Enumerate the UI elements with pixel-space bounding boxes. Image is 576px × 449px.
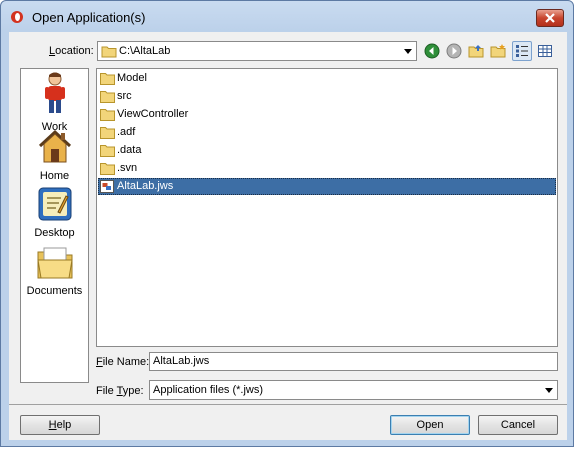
place-documents[interactable]: Documents [21,244,88,297]
close-icon [545,13,555,23]
folder-icon [100,163,115,175]
back-button[interactable] [422,41,442,61]
close-button[interactable] [536,9,564,27]
file-type-dropdown-button[interactable] [541,381,557,399]
place-label: Desktop [34,227,75,239]
file-name-label: File Name: [96,356,150,368]
file-row[interactable]: .data [97,142,557,159]
app-logo-icon [11,11,23,23]
file-name: .data [117,144,142,156]
forward-button[interactable] [444,41,464,61]
open-application-dialog: Open Application(s) Location: C:\AltaLab [0,0,574,447]
place-work[interactable]: Work [21,72,88,133]
work-person-icon [44,72,65,113]
folder-icon [100,91,115,103]
up-folder-button[interactable] [466,41,486,61]
folder-icon [100,145,115,157]
title-bar[interactable]: Open Application(s) [1,1,573,31]
file-name: .adf [117,126,136,138]
file-name: ViewController [117,108,189,120]
file-name: .svn [117,162,138,174]
details-view-button[interactable] [535,41,555,61]
file-row[interactable]: .svn [97,160,557,177]
list-view-button[interactable] [512,41,532,61]
open-button[interactable]: Open [390,415,470,435]
documents-icon [36,247,73,279]
workspace-file-icon [100,180,114,193]
divider [9,404,567,405]
window-title: Open Application(s) [32,10,146,25]
up-folder-icon [468,45,484,58]
chevron-down-icon [404,48,412,54]
folder-icon [100,109,115,121]
details-view-icon [538,45,552,57]
folder-icon [100,73,115,85]
places-bar: Work Home Desktop Documents [20,68,89,383]
file-type-value: Application files (*.jws) [153,384,264,396]
file-row[interactable]: ViewController [97,106,557,123]
file-list[interactable]: Model src ViewController .adf .data .svn [96,68,558,347]
folder-icon [101,46,117,58]
place-label: Home [39,170,70,182]
file-row[interactable]: src [97,88,557,105]
file-row-selected[interactable]: AltaLab.jws [97,178,557,195]
folder-icon [100,127,115,139]
file-type-label: File Type: [96,385,144,397]
file-row[interactable]: Model [97,70,557,87]
file-type-combo[interactable]: Application files (*.jws) [149,380,558,400]
location-dropdown-button[interactable] [400,42,416,60]
file-name: Model [117,72,147,84]
dialog-body: Location: C:\AltaLab Work Home Desktop D… [9,32,567,440]
location-label: Location: [49,45,94,57]
place-home[interactable]: Home [21,129,88,182]
new-folder-button[interactable] [488,41,508,61]
place-label: Documents [26,285,83,297]
help-button[interactable]: Help [20,415,100,435]
location-value: C:\AltaLab [119,45,171,57]
chevron-down-icon [545,387,553,393]
list-view-icon [516,45,528,57]
location-combo[interactable]: C:\AltaLab [97,41,417,61]
file-name: AltaLab.jws [117,180,174,192]
back-icon [424,43,440,59]
file-name-input[interactable]: AltaLab.jws [149,352,558,371]
cancel-button[interactable]: Cancel [478,415,558,435]
home-icon [38,129,71,163]
file-name: src [117,90,132,102]
place-desktop[interactable]: Desktop [21,186,88,239]
forward-icon [446,43,462,59]
desktop-icon [38,187,71,221]
new-folder-icon [490,44,506,58]
file-row[interactable]: .adf [97,124,557,141]
